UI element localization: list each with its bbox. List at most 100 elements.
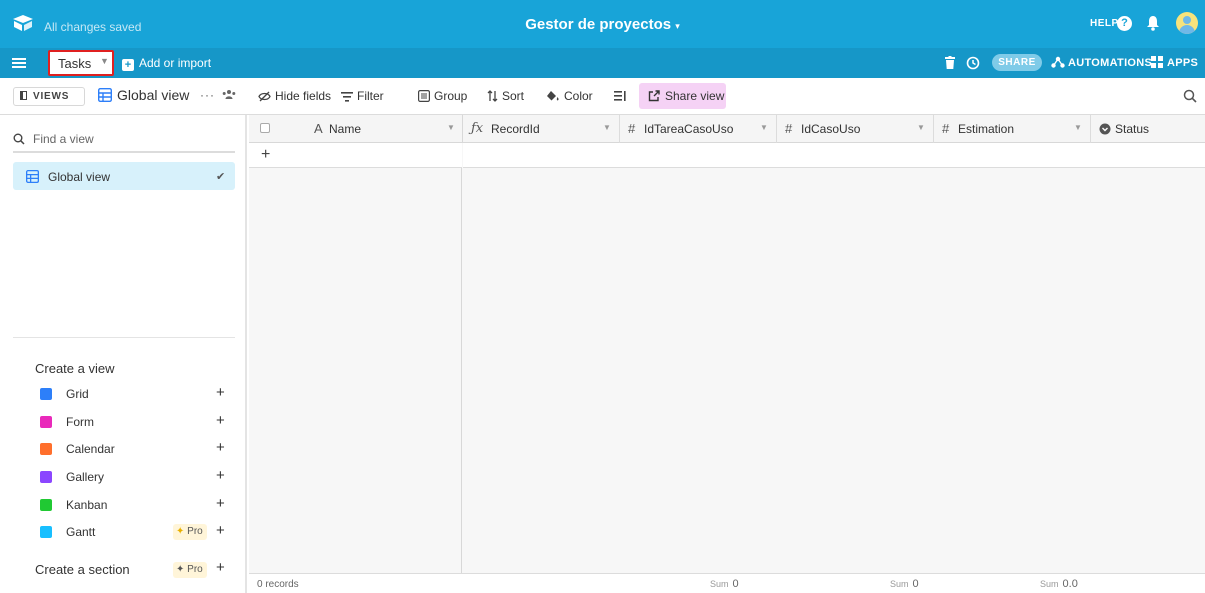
column-header-status[interactable]: Status <box>1091 115 1205 143</box>
create-item-label: Gantt <box>66 525 96 539</box>
avatar[interactable] <box>1176 12 1198 34</box>
gallery-view-icon <box>40 471 52 483</box>
history-icon[interactable] <box>966 56 980 70</box>
find-view-input[interactable] <box>33 129 223 149</box>
text-field-icon: A <box>314 121 323 136</box>
current-view[interactable]: Global view <box>97 87 189 103</box>
plus-icon[interactable]: + <box>216 522 225 539</box>
color-button[interactable]: Color <box>546 89 593 103</box>
create-form-view[interactable]: Form + <box>13 412 235 438</box>
share-button[interactable]: SHARE <box>992 54 1042 71</box>
table-bar: Tasks ▼ + Add or import SHARE AUTOMATIONS… <box>0 48 1205 78</box>
hamburger-menu-icon[interactable] <box>12 57 26 69</box>
group-icon <box>418 90 431 103</box>
tab-tasks[interactable]: Tasks ▼ <box>48 50 114 76</box>
create-gallery-view[interactable]: Gallery + <box>13 467 235 493</box>
number-icon: # <box>628 121 636 136</box>
plus-icon[interactable]: + <box>216 412 225 429</box>
automations-button[interactable]: AUTOMATIONS <box>1051 56 1152 69</box>
sort-label: Sort <box>502 89 525 103</box>
column-header-idcasouso[interactable]: # IdCasoUso ▼ <box>777 115 934 143</box>
share-view-button[interactable]: Share view <box>639 83 726 109</box>
views-label: VIEWS <box>33 91 70 102</box>
views-toggle-button[interactable]: VIEWS <box>13 87 85 106</box>
calendar-view-icon <box>40 443 52 455</box>
create-calendar-view[interactable]: Calendar + <box>13 439 235 465</box>
save-status: All changes saved <box>44 20 142 34</box>
grid-view-icon <box>97 87 113 103</box>
create-gantt-view[interactable]: Gantt ✦ Pro + <box>13 522 235 548</box>
chevron-down-icon[interactable]: ▼ <box>1074 123 1082 132</box>
column-name: RecordId <box>491 122 540 136</box>
pro-label: Pro <box>187 526 203 537</box>
collaborators-icon[interactable] <box>222 89 236 101</box>
column-header-estimation[interactable]: # Estimation ▼ <box>934 115 1091 143</box>
apps-icon <box>1151 56 1163 68</box>
plus-icon[interactable]: + <box>216 439 225 456</box>
group-label: Group <box>434 89 468 103</box>
add-record-row-cells[interactable] <box>463 143 1205 168</box>
search-icon[interactable] <box>1183 89 1197 103</box>
column-header-name[interactable]: A Name ▼ <box>287 115 463 143</box>
create-item-label: Gallery <box>66 470 105 484</box>
help-button[interactable]: HELP <box>1090 18 1119 29</box>
form-view-icon <box>40 416 52 428</box>
chevron-down-icon[interactable]: ▼ <box>447 123 455 132</box>
filter-button[interactable]: Filter <box>341 89 384 103</box>
plus-icon[interactable]: + <box>216 559 225 576</box>
sum-idcasouso[interactable]: Sum 0 <box>890 578 919 590</box>
hide-fields-button[interactable]: Hide fields <box>258 89 331 103</box>
add-or-import-label: Add or import <box>139 56 212 70</box>
pro-badge: ✦ Pro <box>173 524 207 540</box>
create-section-button[interactable]: Create a section <box>35 562 130 577</box>
sidebar-item-label: Global view <box>48 170 111 184</box>
more-options-icon[interactable]: ··· <box>200 88 215 102</box>
select-all-checkbox[interactable] <box>260 123 270 133</box>
create-item-label: Kanban <box>66 498 108 512</box>
pro-label: Pro <box>187 564 203 575</box>
sidebar-item-global-view[interactable]: Global view ✔ <box>13 162 235 190</box>
summary-bar: 0 records Sum 0 Sum 0 Sum 0.0 <box>249 573 1205 593</box>
kanban-view-icon <box>40 499 52 511</box>
plus-icon[interactable]: + <box>216 495 225 512</box>
check-icon: ✔ <box>216 171 226 183</box>
grid-view: A Name ▼ ƒx RecordId ▼ # IdTareaCasoUso … <box>249 115 1205 593</box>
paint-bucket-icon <box>547 91 559 101</box>
avatar-head <box>1183 16 1191 24</box>
frozen-column-pane <box>249 115 462 573</box>
color-label: Color <box>564 89 593 103</box>
chevron-down-icon[interactable]: ▼ <box>917 123 925 132</box>
airtable-logo-icon[interactable] <box>12 14 34 32</box>
add-or-import-button[interactable]: + Add or import <box>122 56 211 71</box>
record-count: 0 records <box>257 579 299 590</box>
plus-icon[interactable]: + <box>216 384 225 401</box>
base-title-text[interactable]: Gestor de proyectos ▾ <box>525 16 680 33</box>
eye-slash-icon <box>258 91 271 102</box>
share-icon <box>648 90 660 102</box>
views-sidebar: Global view ✔ Create a view Grid + Form … <box>0 115 247 593</box>
create-kanban-view[interactable]: Kanban + <box>13 495 235 521</box>
automations-label: AUTOMATIONS <box>1068 57 1153 69</box>
bell-icon[interactable] <box>1146 15 1160 31</box>
apps-button[interactable]: APPS <box>1151 56 1198 69</box>
sum-value: 0 <box>732 578 739 590</box>
create-grid-view[interactable]: Grid + <box>13 384 235 410</box>
sum-estimation[interactable]: Sum 0.0 <box>1040 578 1078 590</box>
add-record-row[interactable]: + <box>249 143 462 168</box>
column-header-idtareacasouso[interactable]: # IdTareaCasoUso ▼ <box>620 115 777 143</box>
row-height-icon[interactable] <box>614 90 626 102</box>
group-button[interactable]: Group <box>418 89 467 103</box>
sort-button[interactable]: Sort <box>487 89 524 103</box>
caret-down-icon: ▾ <box>675 21 680 31</box>
grid-view-icon <box>26 170 39 183</box>
plus-icon[interactable]: + <box>261 146 270 164</box>
chevron-down-icon[interactable]: ▼ <box>603 123 611 132</box>
caret-down-icon[interactable]: ▼ <box>100 56 109 66</box>
sparkle-icon: ✦ <box>176 526 185 537</box>
column-header-recordid[interactable]: ƒx RecordId ▼ <box>463 115 620 143</box>
trash-icon[interactable] <box>945 56 955 69</box>
chevron-down-icon[interactable]: ▼ <box>760 123 768 132</box>
plus-icon[interactable]: + <box>216 467 225 484</box>
help-icon[interactable]: ? <box>1117 16 1132 31</box>
sum-idtareacasouso[interactable]: Sum 0 <box>710 578 739 590</box>
